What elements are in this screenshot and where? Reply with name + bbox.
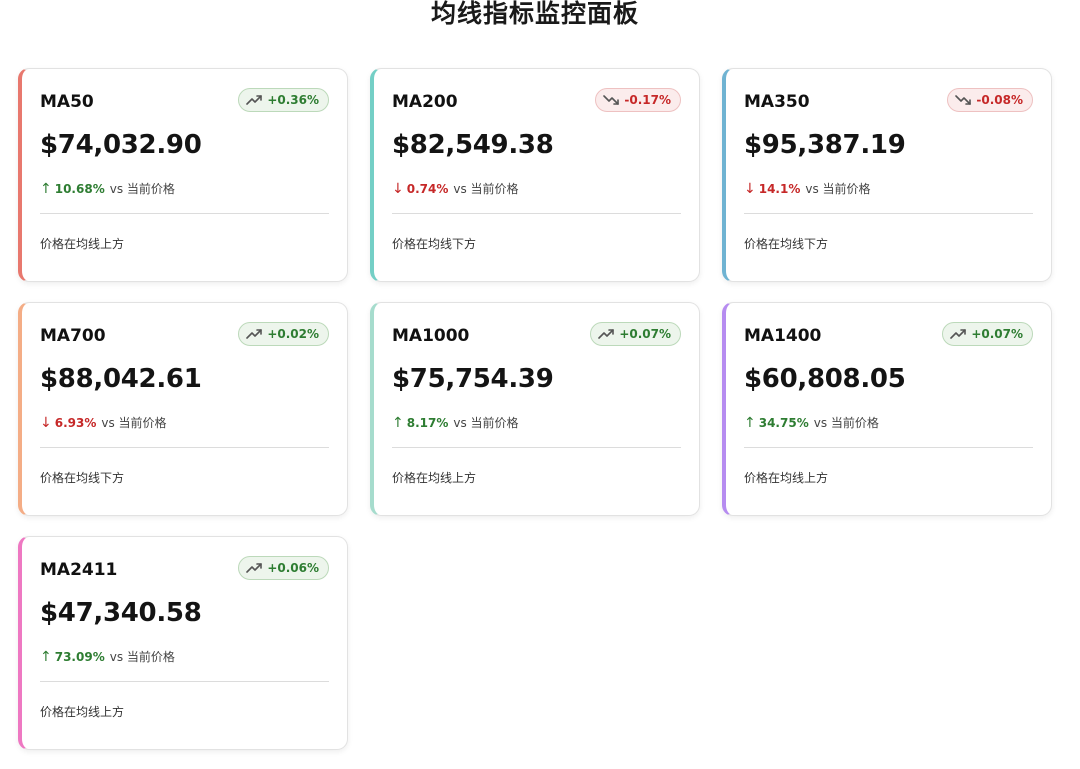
ma-card-ma1400: MA1400 +0.07% $60,808.05 ↑ 34.75% vs 当前价… xyxy=(722,302,1052,516)
price-comparison: ↑ 73.09% vs 当前价格 xyxy=(40,648,175,665)
card-divider xyxy=(392,447,681,448)
price-comparison: ↓ 0.74% vs 当前价格 xyxy=(392,180,519,197)
position-status: 价格在均线上方 xyxy=(40,237,125,251)
card-divider xyxy=(744,213,1033,214)
card-divider xyxy=(40,681,329,682)
change-badge: -0.17% xyxy=(595,88,681,112)
ma-name: MA700 xyxy=(40,326,106,346)
ma-card-ma700: MA700 +0.02% $88,042.61 ↓ 6.93% vs 当前价格 … xyxy=(18,302,348,516)
comparison-percent: 14.1% xyxy=(758,182,801,196)
ma-price: $75,754.39 xyxy=(392,364,554,394)
ma-card-ma200: MA200 -0.17% $82,549.38 ↓ 0.74% vs 当前价格 … xyxy=(370,68,700,282)
position-status: 价格在均线下方 xyxy=(40,471,125,485)
card-divider xyxy=(392,213,681,214)
trending-down-icon xyxy=(603,94,620,106)
comparison-percent: 73.09% xyxy=(54,650,105,664)
comparison-label: vs 当前价格 xyxy=(453,182,519,196)
price-comparison: ↓ 14.1% vs 当前价格 xyxy=(744,180,871,197)
change-badge: +0.06% xyxy=(238,556,329,580)
position-status: 价格在均线下方 xyxy=(392,237,477,251)
ma-card-ma1000: MA1000 +0.07% $75,754.39 ↑ 8.17% vs 当前价格… xyxy=(370,302,700,516)
ma-price: $82,549.38 xyxy=(392,130,554,160)
price-comparison: ↑ 8.17% vs 当前价格 xyxy=(392,414,519,431)
comparison-label: vs 当前价格 xyxy=(805,182,871,196)
comparison-arrow: ↑ xyxy=(40,649,52,665)
comparison-percent: 10.68% xyxy=(54,182,105,196)
comparison-label: vs 当前价格 xyxy=(109,650,175,664)
change-value: +0.02% xyxy=(267,327,319,341)
ma-name: MA1000 xyxy=(392,326,470,346)
card-divider xyxy=(40,447,329,448)
ma-name: MA200 xyxy=(392,92,458,112)
change-value: -0.08% xyxy=(976,93,1023,107)
change-badge: +0.36% xyxy=(238,88,329,112)
ma-price: $88,042.61 xyxy=(40,364,202,394)
trending-up-icon xyxy=(598,328,615,340)
card-divider xyxy=(40,213,329,214)
comparison-percent: 8.17% xyxy=(406,416,449,430)
comparison-arrow: ↓ xyxy=(744,181,756,197)
position-status: 价格在均线上方 xyxy=(744,471,829,485)
change-badge: +0.07% xyxy=(590,322,681,346)
ma-card-ma50: MA50 +0.36% $74,032.90 ↑ 10.68% vs 当前价格 … xyxy=(18,68,348,282)
change-value: +0.36% xyxy=(267,93,319,107)
change-badge: +0.02% xyxy=(238,322,329,346)
ma-card-ma2411: MA2411 +0.06% $47,340.58 ↑ 73.09% vs 当前价… xyxy=(18,536,348,750)
trending-down-icon xyxy=(955,94,972,106)
ma-price: $95,387.19 xyxy=(744,130,906,160)
page-title: 均线指标监控面板 xyxy=(430,0,639,28)
ma-name: MA1400 xyxy=(744,326,822,346)
comparison-arrow: ↑ xyxy=(392,415,404,431)
price-comparison: ↑ 10.68% vs 当前价格 xyxy=(40,180,175,197)
position-status: 价格在均线上方 xyxy=(392,471,477,485)
comparison-label: vs 当前价格 xyxy=(813,416,879,430)
price-comparison: ↓ 6.93% vs 当前价格 xyxy=(40,414,167,431)
comparison-label: vs 当前价格 xyxy=(101,416,167,430)
trending-up-icon xyxy=(246,94,263,106)
comparison-label: vs 当前价格 xyxy=(109,182,175,196)
trending-up-icon xyxy=(950,328,967,340)
change-value: +0.06% xyxy=(267,561,319,575)
comparison-percent: 0.74% xyxy=(406,182,449,196)
ma-card-grid: MA50 +0.36% $74,032.90 ↑ 10.68% vs 当前价格 … xyxy=(18,68,1052,750)
comparison-arrow: ↓ xyxy=(392,181,404,197)
card-divider xyxy=(744,447,1033,448)
comparison-percent: 6.93% xyxy=(54,416,97,430)
ma-price: $47,340.58 xyxy=(40,598,202,628)
change-value: +0.07% xyxy=(971,327,1023,341)
price-comparison: ↑ 34.75% vs 当前价格 xyxy=(744,414,879,431)
comparison-arrow: ↑ xyxy=(744,415,756,431)
ma-name: MA50 xyxy=(40,92,94,112)
comparison-arrow: ↓ xyxy=(40,415,52,431)
change-badge: +0.07% xyxy=(942,322,1033,346)
position-status: 价格在均线上方 xyxy=(40,705,125,719)
change-badge: -0.08% xyxy=(947,88,1033,112)
position-status: 价格在均线下方 xyxy=(744,237,829,251)
ma-price: $74,032.90 xyxy=(40,130,202,160)
ma-price: $60,808.05 xyxy=(744,364,906,394)
ma-name: MA350 xyxy=(744,92,810,112)
comparison-percent: 34.75% xyxy=(758,416,809,430)
change-value: +0.07% xyxy=(619,327,671,341)
comparison-label: vs 当前价格 xyxy=(453,416,519,430)
trending-up-icon xyxy=(246,328,263,340)
ma-card-ma350: MA350 -0.08% $95,387.19 ↓ 14.1% vs 当前价格 … xyxy=(722,68,1052,282)
trending-up-icon xyxy=(246,562,263,574)
ma-name: MA2411 xyxy=(40,560,118,580)
comparison-arrow: ↑ xyxy=(40,181,52,197)
change-value: -0.17% xyxy=(624,93,671,107)
